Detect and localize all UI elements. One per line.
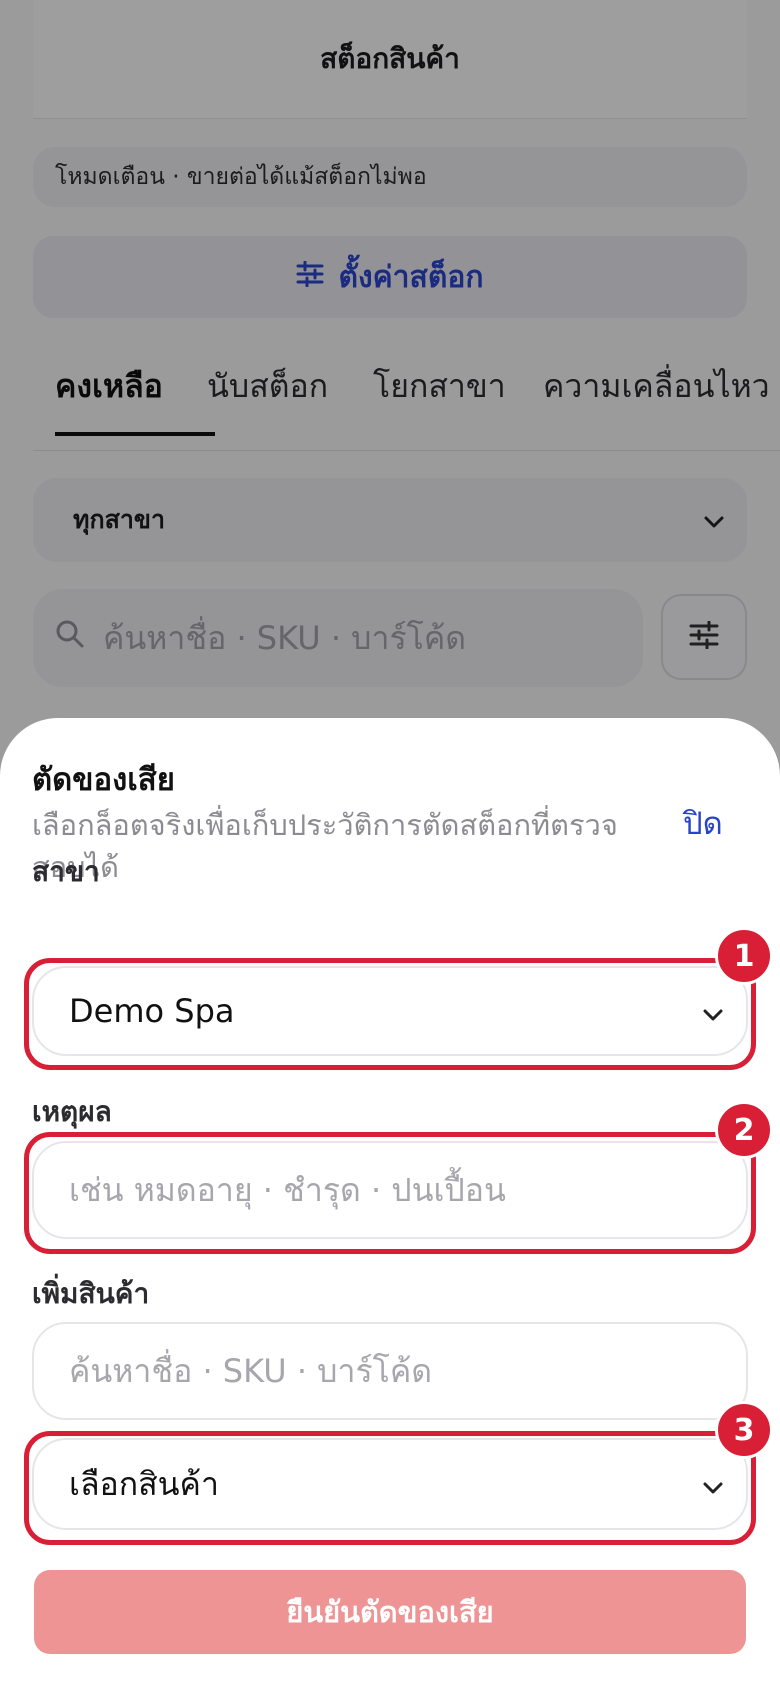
write-off-sheet: ตัดของเสีย เลือกล็อตจริงเพื่อเก็บประวัติ… — [0, 718, 780, 1688]
branch-label: สาขา — [32, 855, 100, 888]
chevron-down-icon — [702, 1465, 724, 1503]
sheet-description: เลือกล็อตจริงเพื่อเก็บประวัติการตัดสต็อก… — [32, 808, 618, 884]
branch-select-value: Demo Spa — [69, 992, 235, 1030]
product-search-placeholder: ค้นหาชื่อ · SKU · บาร์โค้ด — [69, 1351, 433, 1390]
product-select[interactable]: เลือกสินค้า — [32, 1438, 748, 1530]
reason-input[interactable]: เช่น หมดอายุ · ชำรุด · ปนเปื้อน — [32, 1141, 748, 1239]
annotation-badge-3: 3 — [715, 1401, 773, 1459]
annotation-badge-2: 2 — [715, 1101, 773, 1159]
reason-placeholder: เช่น หมดอายุ · ชำรุด · ปนเปื้อน — [69, 1170, 506, 1209]
confirm-write-off-label: ยืนยันตัดของเสีย — [286, 1595, 494, 1629]
sheet-title: ตัดของเสีย — [32, 762, 175, 798]
close-button[interactable]: ปิด — [683, 798, 723, 848]
product-search-input[interactable]: ค้นหาชื่อ · SKU · บาร์โค้ด — [32, 1322, 748, 1420]
add-product-label: เพิ่มสินค้า — [32, 1277, 150, 1310]
confirm-write-off-button[interactable]: ยืนยันตัดของเสีย — [34, 1570, 746, 1654]
annotation-badge-1: 1 — [715, 927, 773, 985]
chevron-down-icon — [702, 992, 724, 1030]
branch-select[interactable]: Demo Spa — [32, 966, 748, 1056]
product-select-value: เลือกสินค้า — [69, 1464, 219, 1503]
reason-label: เหตุผล — [32, 1095, 112, 1128]
